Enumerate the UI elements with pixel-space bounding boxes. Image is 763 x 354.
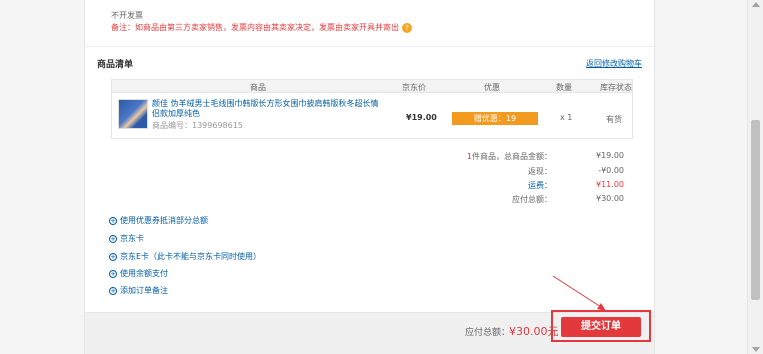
option-balance-label: 使用余额支付 [120, 269, 168, 278]
option-jd-ecard-label: 京东E卡（此卡不能与京东卡同时使用） [120, 252, 262, 261]
col-stock: 库存状态 [600, 83, 632, 92]
product-price: ¥19.00 [406, 113, 437, 122]
option-coupon-label: 使用优惠券抵消部分总额 [120, 216, 208, 225]
product-thumbnail[interactable] [118, 99, 148, 129]
divider [85, 46, 654, 47]
option-jd-ecard[interactable]: + 京东E卡（此卡不能与京东卡同时使用） [109, 251, 261, 262]
payable-value: ¥30.00 [596, 194, 624, 203]
col-price: 京东价 [402, 83, 426, 92]
stock-status: 有货 [606, 115, 622, 124]
goods-list-title: 商品清单 [97, 60, 134, 70]
goods-row: 颜佳 伪羊绒男士毛线围巾韩版长方形女围巾披肩韩版秋冬超长情侣款加厚纯色 商品编号… [111, 93, 633, 139]
expand-plus-icon: + [109, 252, 117, 261]
invoice-none-text: 不开发票 [111, 11, 143, 20]
product-sku: 商品编号：1399698615 [152, 121, 243, 130]
option-order-note[interactable]: + 添加订单备注 [109, 285, 168, 296]
expand-plus-icon: + [109, 269, 117, 278]
payable-label: 应付总额： [512, 195, 552, 204]
expand-plus-icon: + [109, 234, 117, 243]
freight-value: ¥11.00 [596, 180, 624, 189]
col-goods: 商品 [250, 83, 266, 92]
vertical-scrollbar[interactable] [747, 0, 763, 354]
expand-plus-icon: + [109, 216, 117, 225]
discount-badge: 赠优惠：19 [452, 112, 538, 125]
help-icon[interactable]: ? [402, 22, 412, 33]
option-order-note-label: 添加订单备注 [120, 286, 168, 295]
order-page: 不开发票 备注：如商品由第三方卖家销售，发票内容由其卖家决定，发票由卖家开具并寄… [84, 0, 655, 354]
total-label: 应付总额： [465, 328, 511, 338]
checkout-bar: 应付总额： ¥30.00元 提交订单 [85, 310, 654, 354]
submit-order-button[interactable]: 提交订单 [561, 317, 641, 337]
summary-items-label: 1件商品，总商品金额： [467, 151, 552, 162]
invoice-note-text: 备注：如商品由第三方卖家销售，发票内容由其卖家决定，发票由卖家开具并寄出 [111, 23, 399, 32]
freight-label[interactable]: 运费： [528, 180, 552, 191]
goods-table-header: 商品 京东价 优惠 数量 库存状态 [111, 79, 633, 93]
option-jd-card-label: 京东卡 [120, 234, 144, 243]
items-label-text: 件商品，总商品金额： [472, 152, 552, 161]
option-coupon[interactable]: + 使用优惠券抵消部分总额 [109, 215, 208, 226]
items-total: ¥19.00 [596, 151, 624, 160]
rebate-label: 返现： [528, 167, 552, 176]
product-name-link[interactable]: 颜佳 伪羊绒男士毛线围巾韩版长方形女围巾披肩韩版秋冬超长情侣款加厚纯色 [152, 99, 382, 119]
return-cart-link[interactable]: 返回修改购物车 [586, 58, 642, 69]
scroll-thumb[interactable] [751, 120, 760, 300]
scroll-up-arrow-icon[interactable] [752, 2, 760, 7]
product-qty: x 1 [560, 113, 573, 122]
rebate-value: -¥0.00 [598, 166, 624, 175]
expand-plus-icon: + [109, 286, 117, 295]
invoice-note: 备注：如商品由第三方卖家销售，发票内容由其卖家决定，发票由卖家开具并寄出? [111, 22, 412, 33]
col-qty: 数量 [556, 83, 572, 92]
option-balance[interactable]: + 使用余额支付 [109, 268, 168, 279]
col-discount: 优惠 [484, 83, 500, 92]
option-jd-card[interactable]: + 京东卡 [109, 233, 144, 244]
scroll-down-arrow-icon[interactable] [752, 347, 760, 352]
